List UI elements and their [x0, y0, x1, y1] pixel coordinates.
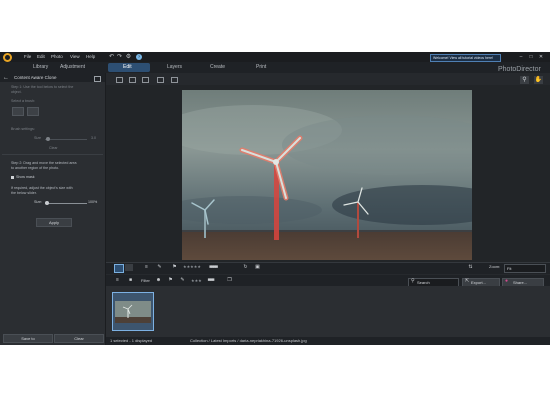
- menu-file[interactable]: File: [24, 54, 31, 60]
- photodirector-window: File Edit Photo View Help ↶ ↷ ⚙ ? Welcom…: [0, 52, 550, 345]
- select-brush-label: Select a brush:: [11, 99, 35, 103]
- redo-icon[interactable]: ↷: [116, 54, 123, 60]
- display-options-icon[interactable]: [171, 77, 178, 83]
- notification-banner[interactable]: Welcome! View all tutorial videos here!: [430, 54, 501, 62]
- rotate-icon[interactable]: ↻: [242, 264, 249, 270]
- flag-filter-icon[interactable]: ⚑: [167, 277, 174, 283]
- maximize-icon[interactable]: □: [527, 54, 535, 60]
- sort-order-icon[interactable]: ⇅: [467, 264, 474, 270]
- step2-text-line2: to another region of the photo.: [11, 166, 60, 170]
- filmstrip-view-button[interactable]: [125, 264, 133, 271]
- single-view-icon[interactable]: [129, 77, 136, 83]
- list-view-icon[interactable]: ≡: [114, 277, 121, 283]
- clear-all-button[interactable]: Clear: [54, 334, 104, 343]
- back-arrow-icon[interactable]: ←: [3, 75, 9, 81]
- show-mask-label: Show mask: [16, 175, 35, 179]
- status-bar: [106, 337, 550, 345]
- brush-size-slider[interactable]: [45, 139, 87, 140]
- tab-create[interactable]: Create: [210, 65, 225, 70]
- sort-icon[interactable]: ≡: [143, 264, 150, 270]
- copy-filter-icon[interactable]: ❐: [226, 277, 233, 283]
- app-logo-icon: [3, 53, 12, 62]
- object-size-slider-knob[interactable]: [45, 201, 49, 205]
- pen-icon[interactable]: ✎: [156, 264, 163, 270]
- fullscreen-icon[interactable]: ▣: [254, 264, 261, 270]
- share-icon: ●: [505, 278, 509, 284]
- close-icon[interactable]: ✕: [537, 54, 545, 60]
- rating-stars-icon[interactable]: ★★★★★: [183, 265, 201, 269]
- menu-photo[interactable]: Photo: [51, 54, 63, 60]
- filmstrip: [106, 286, 550, 337]
- file-path: Collection / Latest Imports / daria-nepr…: [190, 338, 307, 343]
- object-size-value: 100%: [88, 200, 98, 204]
- step1-text-line2: object.: [11, 90, 22, 94]
- help-icon[interactable]: ?: [136, 54, 142, 60]
- tab-library[interactable]: Library: [33, 65, 48, 70]
- object-size-slider[interactable]: [45, 203, 87, 204]
- crop-view-icon[interactable]: [116, 77, 123, 83]
- brush-erase-button[interactable]: [27, 107, 39, 116]
- object-size-label: Size:: [34, 200, 42, 204]
- settings-icon[interactable]: ⚙: [125, 54, 132, 60]
- brush-size-label: Size: [34, 136, 41, 140]
- edit-filter-icon[interactable]: ✎: [179, 277, 186, 283]
- compare-view-icon[interactable]: [157, 77, 164, 83]
- thumbnail-size-icon[interactable]: ■: [127, 277, 134, 283]
- tab-adjustment[interactable]: Adjustment: [60, 65, 85, 70]
- search-zoom-icon[interactable]: ⚲: [520, 76, 529, 84]
- brush-settings-label: Brush settings:: [11, 127, 35, 131]
- expand-panel-icon[interactable]: [94, 76, 101, 82]
- hand-tool-icon[interactable]: ✋: [534, 76, 543, 84]
- search-icon: ⚲: [411, 278, 415, 284]
- brush-add-button[interactable]: [12, 107, 24, 116]
- adjust-note-line2: the below slider.: [11, 191, 37, 195]
- show-mask-checkbox[interactable]: [11, 176, 14, 179]
- panel-title: Content Aware Clone: [14, 75, 57, 80]
- filter-label: Filter: [141, 278, 150, 283]
- save-to-button[interactable]: Save to: [3, 334, 53, 343]
- brush-size-slider-knob[interactable]: [46, 137, 50, 141]
- clear-selection-button[interactable]: Clear: [49, 146, 58, 151]
- apply-button[interactable]: Apply: [36, 218, 72, 227]
- color-filter-icon[interactable]: ■■■: [207, 277, 214, 283]
- menu-help[interactable]: Help: [86, 54, 95, 60]
- brand-name: PhotoDirector: [498, 66, 541, 73]
- zoom-label: Zoom:: [489, 264, 501, 269]
- undo-icon[interactable]: ↶: [108, 54, 115, 60]
- photo-thumbnail[interactable]: [112, 292, 154, 331]
- flag-icon[interactable]: ⚑: [171, 264, 178, 270]
- people-filter-icon[interactable]: ☻: [155, 277, 162, 283]
- brush-size-value: 3.0: [91, 136, 96, 140]
- tab-edit-label: Edit: [123, 64, 132, 70]
- rating-filter-icon[interactable]: ★★★: [191, 279, 202, 283]
- grid-view-icon[interactable]: [142, 77, 149, 83]
- export-icon: ⇱: [465, 278, 470, 284]
- selection-count: 1 selected - 1 displayed: [110, 338, 153, 343]
- tab-layers[interactable]: Layers: [167, 65, 182, 70]
- single-photo-view-button[interactable]: [114, 264, 124, 273]
- tab-print[interactable]: Print: [256, 65, 266, 70]
- editing-photo[interactable]: [182, 90, 472, 260]
- menu-view[interactable]: View: [70, 54, 80, 60]
- color-labels-icon[interactable]: ■■■■: [209, 264, 218, 270]
- divider: [2, 154, 103, 155]
- zoom-select[interactable]: Fit: [504, 264, 546, 273]
- minimize-icon[interactable]: –: [517, 54, 525, 60]
- menu-edit[interactable]: Edit: [37, 54, 45, 60]
